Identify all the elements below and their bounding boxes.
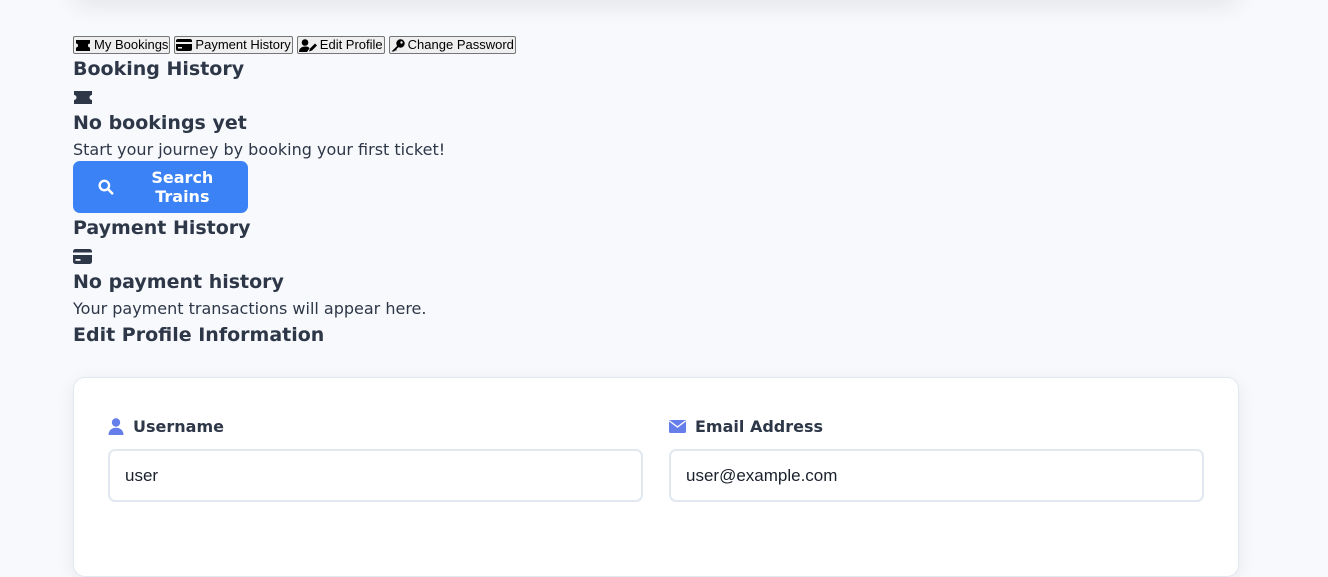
profile-tabs: My Bookings Payment History Edit Profile… bbox=[73, 36, 1239, 54]
payments-empty-text: Your payment transactions will appear he… bbox=[73, 299, 427, 318]
email-field-group: Email Address bbox=[669, 415, 1204, 502]
search-trains-button[interactable]: Search Trains bbox=[73, 161, 248, 213]
user-icon bbox=[108, 417, 124, 435]
booking-history-title: Booking History bbox=[73, 58, 245, 80]
booking-history-section: Booking History bbox=[73, 54, 1239, 84]
tab-payment-history[interactable]: Payment History bbox=[174, 36, 293, 54]
username-input[interactable] bbox=[108, 449, 643, 502]
tab-my-bookings-label: My Bookings bbox=[94, 37, 169, 52]
username-label: Username bbox=[133, 416, 224, 436]
search-trains-label: Search Trains bbox=[151, 168, 214, 206]
email-input[interactable] bbox=[669, 449, 1204, 502]
ticket-icon bbox=[76, 39, 90, 51]
edit-profile-card: Username Email Address bbox=[73, 377, 1239, 577]
tab-edit-profile[interactable]: Edit Profile bbox=[296, 36, 385, 54]
credit-card-icon bbox=[176, 39, 193, 51]
tab-edit-profile-label: Edit Profile bbox=[319, 37, 383, 52]
email-label-row: Email Address bbox=[669, 415, 1204, 437]
tab-my-bookings[interactable]: My Bookings bbox=[73, 36, 171, 54]
payment-history-title: Payment History bbox=[73, 217, 251, 239]
credit-card-icon bbox=[73, 248, 92, 264]
profile-content: My Bookings Payment History Edit Profile… bbox=[73, 36, 1239, 577]
payments-empty-title-wrap: No payment history bbox=[73, 269, 1239, 299]
tab-change-password[interactable]: Change Password bbox=[388, 36, 516, 54]
bookings-empty-icon-wrap bbox=[73, 84, 1239, 110]
ticket-icon bbox=[74, 90, 92, 104]
email-label: Email Address bbox=[695, 416, 824, 436]
envelope-icon bbox=[669, 419, 686, 433]
bookings-empty-text: Start your journey by booking your first… bbox=[73, 140, 446, 159]
bookings-empty-title: No bookings yet bbox=[73, 112, 247, 134]
payment-history-section: Payment History bbox=[73, 213, 1239, 243]
tab-payment-history-label: Payment History bbox=[195, 37, 291, 52]
username-field-group: Username bbox=[108, 415, 643, 502]
bookings-empty-title-wrap: No bookings yet bbox=[73, 110, 1239, 140]
key-icon bbox=[391, 38, 405, 51]
edit-profile-section: Edit Profile Information bbox=[73, 320, 1239, 350]
user-edit-icon bbox=[298, 38, 317, 52]
payments-empty-title: No payment history bbox=[73, 271, 284, 293]
payments-empty-icon-wrap bbox=[73, 243, 1239, 269]
tab-change-password-label: Change Password bbox=[407, 37, 514, 52]
username-label-row: Username bbox=[108, 415, 643, 437]
search-icon bbox=[98, 179, 114, 195]
edit-profile-title: Edit Profile Information bbox=[73, 324, 325, 346]
